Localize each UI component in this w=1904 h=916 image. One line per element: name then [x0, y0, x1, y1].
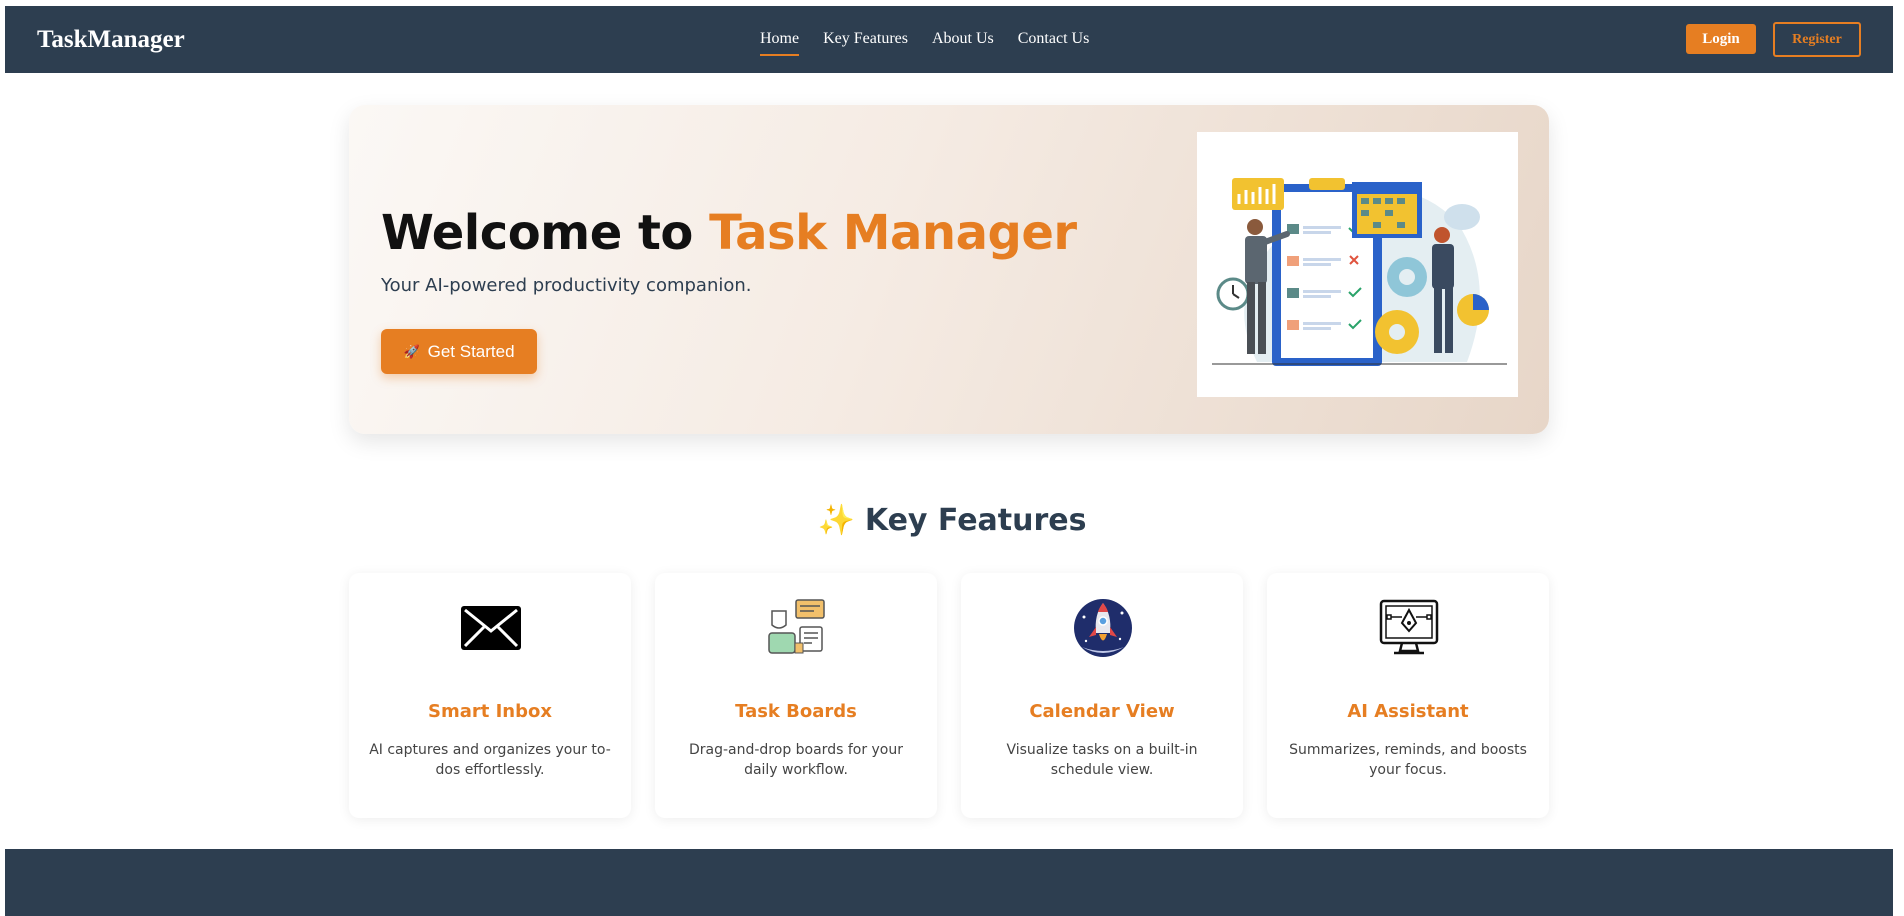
- hero-subtitle: Your AI-powered productivity companion.: [381, 275, 752, 296]
- feature-title: Task Boards: [735, 701, 857, 722]
- hero-title: Welcome to Task Manager: [381, 205, 1077, 261]
- feature-card-calendar-view: Calendar View Visualize tasks on a built…: [961, 573, 1243, 818]
- nav-links: Home Key Features About Us Contact Us: [760, 30, 1089, 56]
- feature-card-ai-assistant: AI Assistant Summarizes, reminds, and bo…: [1267, 573, 1549, 818]
- team-task-board-illustration: [1197, 132, 1518, 397]
- get-started-label: Get Started: [427, 341, 515, 361]
- register-button[interactable]: Register: [1773, 22, 1861, 57]
- envelope-icon: [460, 597, 522, 659]
- nav-link-home[interactable]: Home: [760, 30, 800, 56]
- feature-card-task-boards: Task Boards Drag-and-drop boards for you…: [655, 573, 937, 818]
- hero-title-accent: Task Manager: [709, 205, 1077, 261]
- sparkles-icon: ✨: [817, 503, 855, 538]
- features-heading: ✨ Key Features: [0, 503, 1904, 538]
- navbar: TaskManager Home Key Features About Us C…: [5, 6, 1893, 73]
- rocket-icon: 🚀: [403, 343, 420, 359]
- feature-description: Visualize tasks on a built-in schedule v…: [1006, 742, 1198, 778]
- nav-link-about-us[interactable]: About Us: [932, 30, 994, 56]
- feature-title: Calendar View: [1029, 701, 1175, 722]
- nav-link-key-features[interactable]: Key Features: [823, 30, 908, 56]
- get-started-button[interactable]: 🚀 Get Started: [381, 329, 537, 374]
- monitor-design-icon: [1378, 597, 1440, 659]
- board-chat-icon: [766, 597, 828, 659]
- feature-description: Drag-and-drop boards for your daily work…: [688, 742, 904, 778]
- footer: [5, 849, 1893, 916]
- feature-title: AI Assistant: [1347, 701, 1469, 722]
- feature-description: Summarizes, reminds, and boosts your foc…: [1289, 742, 1527, 778]
- login-button[interactable]: Login: [1686, 24, 1756, 54]
- feature-card-smart-inbox: Smart Inbox AI captures and organizes yo…: [349, 573, 631, 818]
- rocket-icon: [1072, 597, 1134, 659]
- brand-logo[interactable]: TaskManager: [37, 26, 185, 54]
- feature-description: AI captures and organizes your to-dos ef…: [369, 742, 611, 778]
- hero-title-prefix: Welcome to: [381, 205, 693, 261]
- hero-section: Welcome to Task Manager Your AI-powered …: [349, 105, 1549, 434]
- feature-title: Smart Inbox: [428, 701, 552, 722]
- nav-link-contact-us[interactable]: Contact Us: [1018, 30, 1090, 56]
- features-heading-label: Key Features: [864, 503, 1087, 538]
